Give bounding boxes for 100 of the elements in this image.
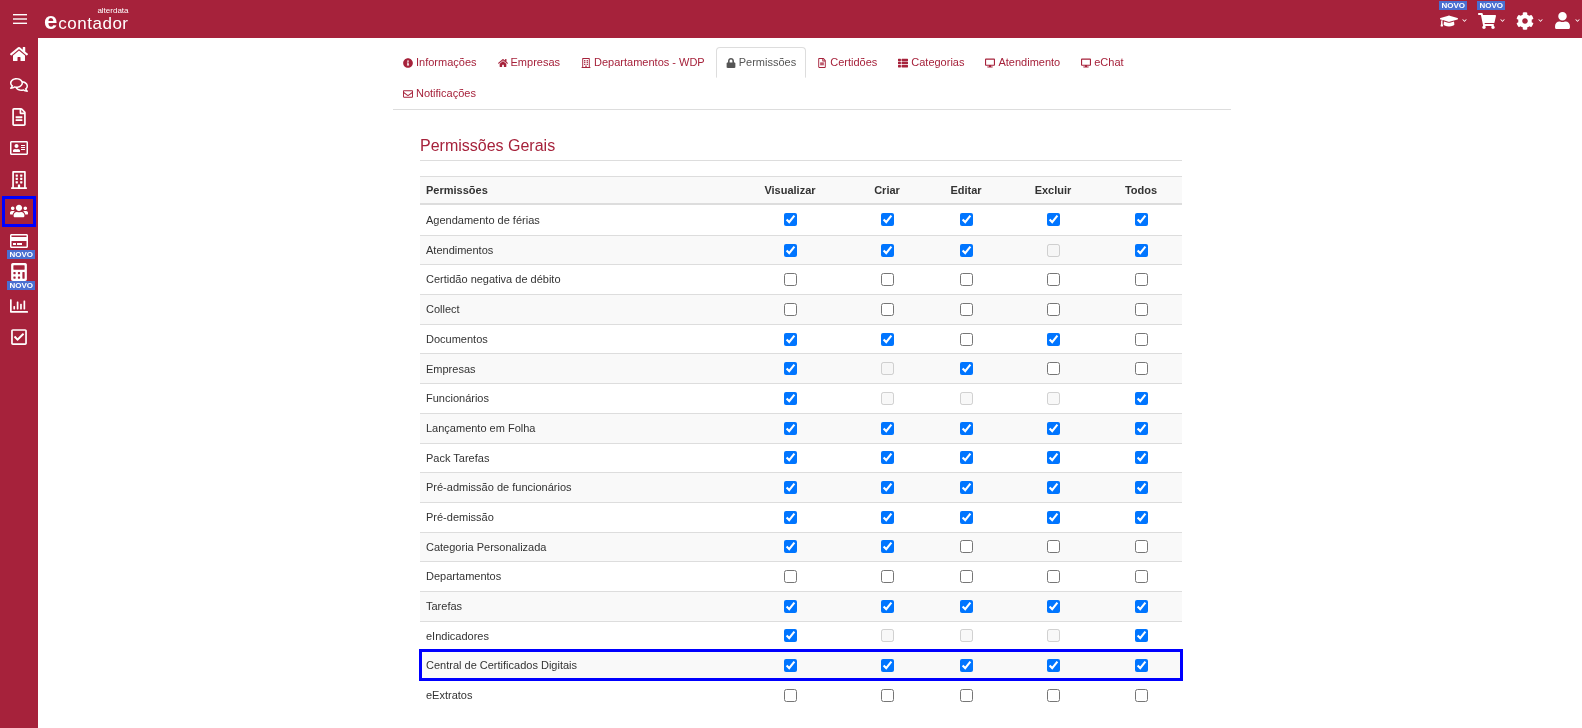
tab[interactable]: eChat — [1071, 47, 1134, 78]
menu-button[interactable] — [13, 13, 27, 25]
checkbox[interactable] — [783, 243, 797, 257]
checkbox[interactable] — [959, 273, 973, 287]
checkbox[interactable] — [783, 481, 797, 495]
checkbox[interactable] — [880, 302, 894, 316]
checkbox[interactable] — [959, 451, 973, 465]
tab[interactable]: Departamentos - WDP — [571, 47, 715, 78]
checkbox[interactable] — [959, 510, 973, 524]
checkbox[interactable] — [1134, 570, 1148, 584]
checkbox[interactable] — [1046, 540, 1060, 554]
checkbox[interactable] — [1134, 391, 1148, 405]
checkbox[interactable] — [880, 213, 894, 227]
checkbox[interactable] — [880, 451, 894, 465]
checkbox[interactable] — [1046, 510, 1060, 524]
checkbox[interactable] — [1134, 481, 1148, 495]
cart-button[interactable]: NOVO — [1478, 0, 1505, 38]
tab[interactable]: Certidões — [807, 47, 888, 78]
checkbox[interactable] — [959, 421, 973, 435]
checkbox[interactable] — [783, 659, 797, 673]
tab[interactable]: Notificações — [393, 78, 486, 109]
tab[interactable]: Categorias — [888, 47, 975, 78]
checkbox[interactable] — [1134, 629, 1148, 643]
checkbox[interactable] — [1134, 688, 1148, 702]
checkbox[interactable] — [880, 243, 894, 257]
checkbox[interactable] — [783, 213, 797, 227]
checkbox[interactable] — [1046, 481, 1060, 495]
tab[interactable]: Permissões — [715, 47, 807, 78]
checkbox[interactable] — [1134, 659, 1148, 673]
tab[interactable]: Atendimento — [975, 47, 1071, 78]
checkbox[interactable] — [1046, 332, 1060, 346]
checkbox[interactable] — [783, 273, 797, 287]
checkbox[interactable] — [1046, 599, 1060, 613]
checkbox[interactable] — [959, 570, 973, 584]
table-cell: Agendamento de férias — [426, 213, 540, 226]
home-icon — [497, 57, 508, 68]
checkbox[interactable] — [783, 570, 797, 584]
checkbox[interactable] — [1046, 273, 1060, 287]
checkbox[interactable] — [783, 629, 797, 643]
checkbox[interactable] — [1134, 213, 1148, 227]
checkbox[interactable] — [783, 332, 797, 346]
checkbox[interactable] — [1134, 243, 1148, 257]
column-header: Criar — [874, 182, 900, 198]
checkbox[interactable] — [783, 540, 797, 554]
checkbox[interactable] — [783, 599, 797, 613]
checkbox[interactable] — [880, 570, 894, 584]
checkbox[interactable] — [1046, 213, 1060, 227]
checkbox[interactable] — [1046, 302, 1060, 316]
checkbox[interactable] — [880, 659, 894, 673]
sidebar-item[interactable]: NOVO — [2, 258, 36, 290]
checkbox[interactable] — [783, 362, 797, 376]
checkbox[interactable] — [783, 451, 797, 465]
graduation-cap-button[interactable]: NOVO — [1440, 0, 1467, 38]
checkbox[interactable] — [1134, 302, 1148, 316]
checkbox[interactable] — [1134, 421, 1148, 435]
checkbox[interactable] — [880, 332, 894, 346]
checkbox[interactable] — [783, 421, 797, 435]
checkbox[interactable] — [880, 273, 894, 287]
tab[interactable]: Informações — [393, 47, 487, 78]
checkbox[interactable] — [959, 243, 973, 257]
bar-chart-icon — [10, 296, 28, 315]
checkbox[interactable] — [959, 540, 973, 554]
checkbox[interactable] — [783, 510, 797, 524]
checkbox[interactable] — [959, 659, 973, 673]
checkbox[interactable] — [880, 481, 894, 495]
checkbox[interactable] — [1134, 273, 1148, 287]
checkbox[interactable] — [1134, 540, 1148, 554]
checkbox[interactable] — [783, 688, 797, 702]
checkbox[interactable] — [1046, 688, 1060, 702]
checkbox[interactable] — [880, 510, 894, 524]
table-cell: Departamentos — [426, 570, 502, 583]
checkbox[interactable] — [1134, 362, 1148, 376]
checkbox[interactable] — [959, 302, 973, 316]
checkbox[interactable] — [1046, 451, 1060, 465]
table-cell: Atendimentos — [426, 243, 494, 256]
sidebar-item[interactable] — [2, 195, 36, 227]
checkbox[interactable] — [783, 391, 797, 405]
checkbox[interactable] — [1046, 362, 1060, 376]
checkbox[interactable] — [783, 302, 797, 316]
checkbox[interactable] — [880, 599, 894, 613]
checkbox[interactable] — [1046, 659, 1060, 673]
table-cell: Categoria Personalizada — [426, 540, 547, 553]
checkbox[interactable] — [1134, 510, 1148, 524]
checkbox[interactable] — [959, 688, 973, 702]
checkbox[interactable] — [880, 688, 894, 702]
checkbox[interactable] — [1046, 570, 1060, 584]
checkbox[interactable] — [959, 481, 973, 495]
checkbox-icon — [10, 328, 28, 347]
checkbox[interactable] — [880, 421, 894, 435]
checkbox[interactable] — [1134, 451, 1148, 465]
checkbox[interactable] — [959, 332, 973, 346]
checkbox[interactable] — [959, 213, 973, 227]
checkbox[interactable] — [1134, 332, 1148, 346]
checkbox[interactable] — [959, 362, 973, 376]
checkbox[interactable] — [880, 540, 894, 554]
checkbox[interactable] — [1134, 599, 1148, 613]
tab[interactable]: Empresas — [487, 47, 571, 78]
sidebar-item[interactable]: NOVO — [2, 227, 36, 259]
checkbox[interactable] — [959, 599, 973, 613]
checkbox[interactable] — [1046, 421, 1060, 435]
